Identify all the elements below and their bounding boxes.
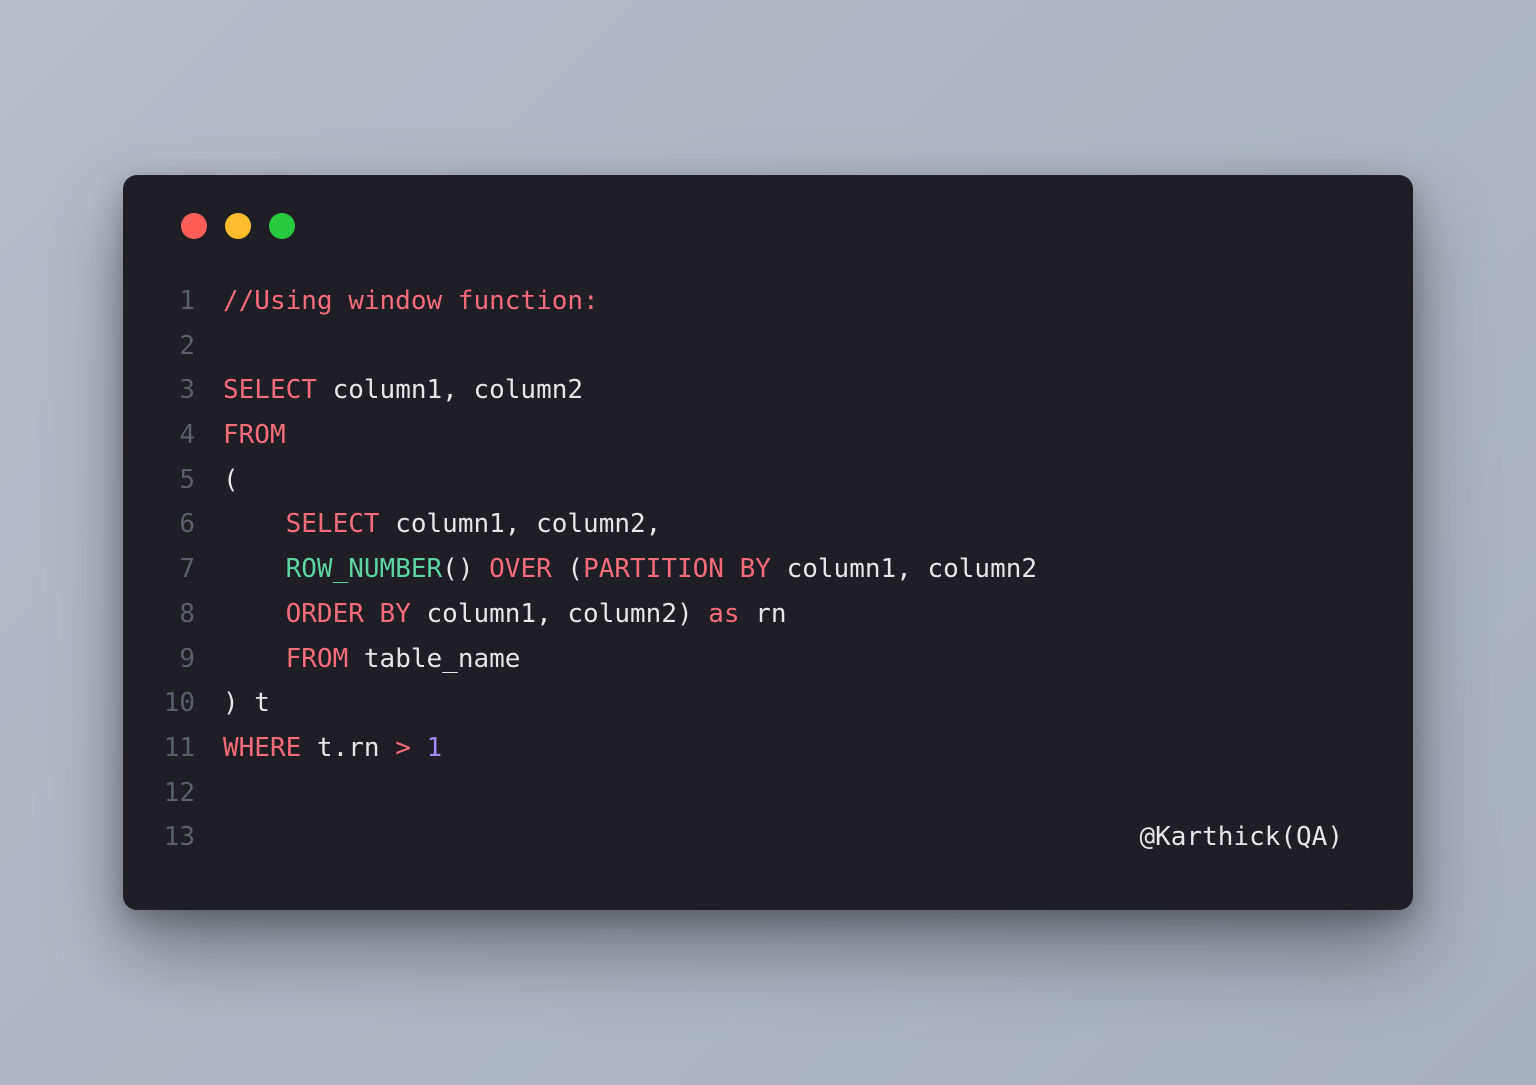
maximize-icon[interactable] xyxy=(269,213,295,239)
code-content: ORDER BY column1, column2) as rn xyxy=(223,592,1363,637)
text-token: column1, column2 xyxy=(771,554,1037,584)
code-line: 9 FROM table_name xyxy=(163,637,1363,682)
keyword-token: SELECT xyxy=(223,375,317,405)
keyword-token: SELECT xyxy=(286,509,380,539)
punct-token: () xyxy=(442,554,473,584)
line-number: 3 xyxy=(163,368,223,413)
line-number: 12 xyxy=(163,771,223,816)
operator-token: > xyxy=(395,733,411,763)
minimize-icon[interactable] xyxy=(225,213,251,239)
credit-text: @Karthick(QA) xyxy=(1140,822,1344,852)
number-token: 1 xyxy=(427,733,443,763)
text-token: t.rn xyxy=(301,733,395,763)
text-token: table_name xyxy=(348,644,520,674)
line-number: 11 xyxy=(163,726,223,771)
keyword-token: FROM xyxy=(223,420,286,450)
close-icon[interactable] xyxy=(181,213,207,239)
keyword-token: OVER xyxy=(489,554,552,584)
code-line: 4 FROM xyxy=(163,413,1363,458)
traffic-lights xyxy=(163,213,1363,239)
line-number: 8 xyxy=(163,592,223,637)
code-content: @Karthick(QA) xyxy=(223,815,1363,860)
code-window: 1 //Using window function: 2 3 SELECT co… xyxy=(123,175,1413,910)
punct-token: ) xyxy=(223,688,239,718)
indent xyxy=(223,554,286,584)
code-content xyxy=(223,324,1363,369)
text-token: t xyxy=(239,688,270,718)
text-token: rn xyxy=(740,599,787,629)
code-line: 7 ROW_NUMBER() OVER (PARTITION BY column… xyxy=(163,547,1363,592)
indent xyxy=(223,599,286,629)
code-content: ) t xyxy=(223,681,1363,726)
code-line: 1 //Using window function: xyxy=(163,279,1363,324)
line-number: 10 xyxy=(163,681,223,726)
code-line: 10 ) t xyxy=(163,681,1363,726)
code-block: 1 //Using window function: 2 3 SELECT co… xyxy=(163,279,1363,860)
function-token: ROW_NUMBER xyxy=(286,554,443,584)
text-token: column1, column2 xyxy=(317,375,583,405)
keyword-token: PARTITION BY xyxy=(583,554,771,584)
punct-token: ) xyxy=(677,599,693,629)
code-content xyxy=(223,771,1363,816)
indent xyxy=(223,509,286,539)
keyword-token: ORDER BY xyxy=(286,599,411,629)
code-content: SELECT column1, column2, xyxy=(223,502,1363,547)
code-line: 8 ORDER BY column1, column2) as rn xyxy=(163,592,1363,637)
code-content: FROM xyxy=(223,413,1363,458)
text-token: column1, column2, xyxy=(380,509,662,539)
line-number: 6 xyxy=(163,502,223,547)
code-line: 3 SELECT column1, column2 xyxy=(163,368,1363,413)
code-content: ROW_NUMBER() OVER (PARTITION BY column1,… xyxy=(223,547,1363,592)
punct-token: ( xyxy=(223,465,239,495)
space xyxy=(473,554,489,584)
code-line: 13 @Karthick(QA) xyxy=(163,815,1363,860)
space xyxy=(552,554,568,584)
code-line: 11 WHERE t.rn > 1 xyxy=(163,726,1363,771)
line-number: 1 xyxy=(163,279,223,324)
keyword-token: as xyxy=(708,599,739,629)
code-content: ( xyxy=(223,458,1363,503)
line-number: 9 xyxy=(163,637,223,682)
text-token: column1, column2 xyxy=(411,599,677,629)
keyword-token: FROM xyxy=(286,644,349,674)
line-number: 5 xyxy=(163,458,223,503)
comment-token: //Using window function: xyxy=(223,286,599,316)
code-line: 2 xyxy=(163,324,1363,369)
punct-token: ( xyxy=(567,554,583,584)
space xyxy=(411,733,427,763)
keyword-token: WHERE xyxy=(223,733,301,763)
code-line: 6 SELECT column1, column2, xyxy=(163,502,1363,547)
space xyxy=(693,599,709,629)
indent xyxy=(223,644,286,674)
code-content: SELECT column1, column2 xyxy=(223,368,1363,413)
code-content: FROM table_name xyxy=(223,637,1363,682)
code-line: 12 xyxy=(163,771,1363,816)
line-number: 2 xyxy=(163,324,223,369)
code-content: WHERE t.rn > 1 xyxy=(223,726,1363,771)
code-line: 5 ( xyxy=(163,458,1363,503)
line-number: 13 xyxy=(163,815,223,860)
line-number: 4 xyxy=(163,413,223,458)
line-number: 7 xyxy=(163,547,223,592)
code-content: //Using window function: xyxy=(223,279,1363,324)
